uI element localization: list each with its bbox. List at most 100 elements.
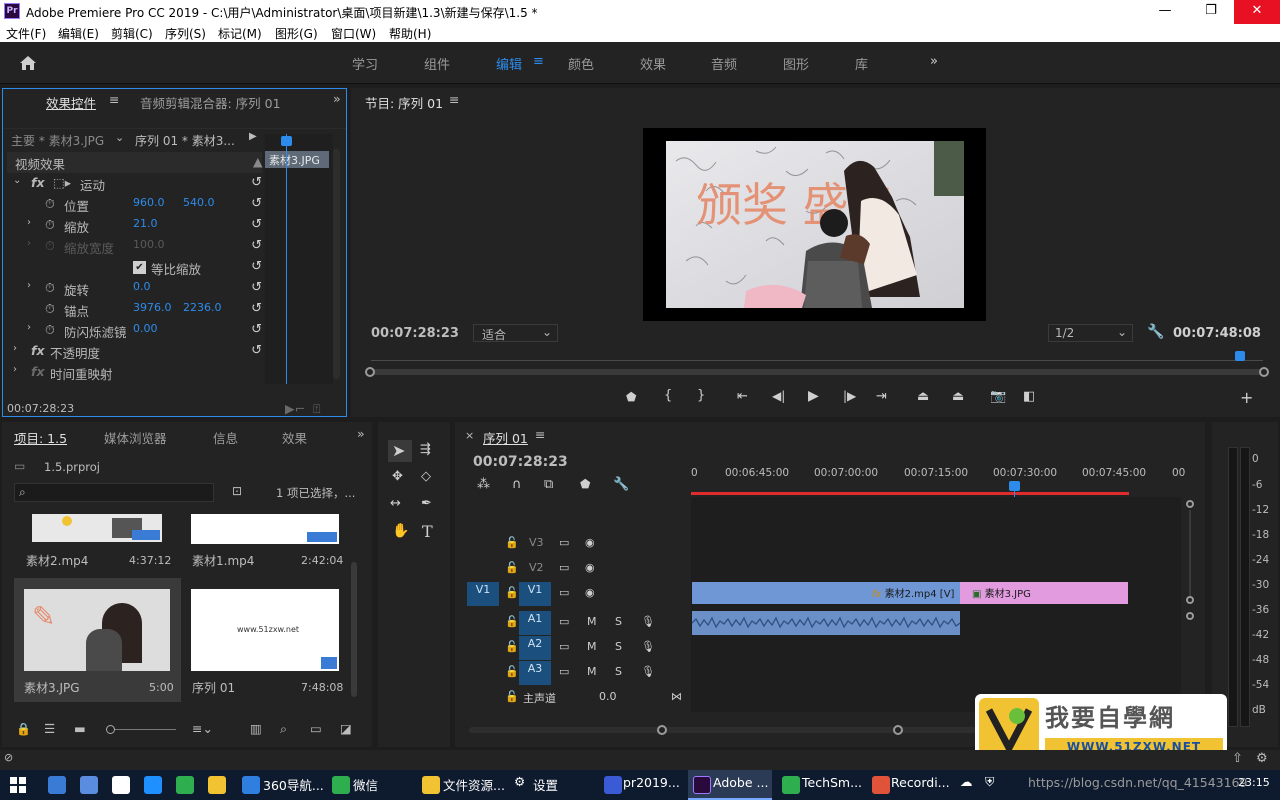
reset-icon[interactable]: ↺: [251, 175, 262, 190]
lock-icon[interactable]: 🔒: [16, 722, 31, 736]
effect-timecode[interactable]: 00:07:28:23: [7, 402, 74, 415]
checkbox-icon[interactable]: ✔: [133, 261, 146, 274]
lock-icon[interactable]: 🔓: [505, 640, 519, 653]
tab-info[interactable]: 信息: [213, 428, 238, 447]
source-patch[interactable]: V1: [467, 582, 499, 606]
timeline-timecode[interactable]: 00:07:28:23: [473, 454, 568, 470]
microphone-icon[interactable]: 🎙: [641, 615, 655, 628]
menu-marker[interactable]: 标记(M): [218, 25, 262, 42]
more-workspaces-icon[interactable]: »: [930, 54, 938, 69]
icon-view-icon[interactable]: ▬: [74, 721, 86, 736]
wrench-icon[interactable]: 🔧: [1147, 324, 1164, 340]
tray-icon[interactable]: ⇧: [1232, 751, 1243, 766]
taskbar-item[interactable]: 微信: [353, 775, 378, 796]
selection-tool-icon[interactable]: ➤: [392, 441, 405, 460]
wechat-icon[interactable]: [332, 776, 350, 794]
tab-project[interactable]: 项目: 1.5: [14, 428, 67, 447]
workspace-assembly[interactable]: 组件: [424, 54, 450, 73]
workspace-audio[interactable]: 音频: [711, 54, 737, 73]
pen-tool-icon[interactable]: ✒: [421, 496, 432, 511]
step-back-icon[interactable]: ◀|: [772, 389, 785, 403]
razor-tool-icon[interactable]: ◇: [421, 469, 431, 484]
video-clip[interactable]: fx 素材2.mp4 [V]: [692, 582, 960, 604]
anchor-y[interactable]: 2236.0: [183, 301, 222, 314]
time-ruler[interactable]: 0 00:06:45:00 00:07:00:00 00:07:15:00 00…: [691, 462, 1191, 495]
premiere-icon[interactable]: [693, 776, 711, 794]
video-frame[interactable]: 颁奖 盛典: [643, 128, 986, 321]
image-clip[interactable]: ▣ 素材3.JPG: [960, 582, 1128, 604]
track-area[interactable]: [691, 497, 1181, 712]
solo-button[interactable]: S: [615, 640, 622, 653]
close-button[interactable]: ✕: [1234, 0, 1280, 24]
taskbar-item[interactable]: Recordi...: [891, 775, 950, 796]
stopwatch-icon[interactable]: ⏱: [45, 322, 55, 338]
menu-clip[interactable]: 剪辑(C): [111, 25, 153, 42]
sync-icon[interactable]: ▭: [559, 536, 569, 549]
minimize-button[interactable]: —: [1142, 0, 1188, 24]
close-tab-icon[interactable]: ×: [465, 429, 474, 442]
go-to-out-icon[interactable]: ⇥: [876, 389, 887, 404]
lock-icon[interactable]: 🔓: [505, 690, 519, 703]
reset-icon[interactable]: ↺: [251, 322, 262, 337]
mute-button[interactable]: M: [587, 615, 597, 628]
more-tabs-icon[interactable]: »: [333, 91, 341, 106]
taskbar-item[interactable]: 设置: [533, 775, 558, 796]
program-title[interactable]: 节目: 序列 01: [365, 93, 443, 112]
fit-dropdown[interactable]: 适合 ⌄: [473, 324, 558, 342]
effect-mini-timeline[interactable]: 素材3.JPG: [265, 134, 333, 384]
menu-help[interactable]: 帮助(H): [389, 25, 431, 42]
fx-icon[interactable]: fx: [31, 175, 45, 190]
new-folder-icon[interactable]: ▭: [310, 721, 322, 736]
reset-icon[interactable]: ↺: [251, 343, 262, 358]
workspace-menu-icon[interactable]: ≡: [533, 54, 544, 69]
stopwatch-icon[interactable]: ⏱: [45, 196, 55, 212]
slip-tool-icon[interactable]: ↔: [390, 496, 401, 511]
export-frame-icon[interactable]: ▶⌐: [285, 401, 305, 416]
transform-box-icon[interactable]: ⬚▸: [53, 175, 71, 190]
position-x[interactable]: 960.0: [133, 196, 165, 209]
program-timecode[interactable]: 00:07:28:23: [371, 326, 459, 341]
lift-icon[interactable]: ⏏: [917, 389, 929, 404]
tray-icon[interactable]: ⚙: [1256, 751, 1268, 766]
workspace-graphics[interactable]: 图形: [783, 54, 809, 73]
reset-icon[interactable]: ↺: [251, 301, 262, 316]
play-icon[interactable]: ▶: [808, 388, 819, 404]
taskbar-item[interactable]: 360导航...: [263, 775, 324, 796]
taskbar-item[interactable]: Adobe ...: [713, 775, 768, 796]
sync-icon[interactable]: ▭: [559, 640, 569, 653]
workspace-effects[interactable]: 效果: [640, 54, 666, 73]
lock-icon[interactable]: 🔓: [505, 665, 519, 678]
windows-start-icon[interactable]: [10, 777, 26, 793]
app-icon[interactable]: [48, 776, 66, 794]
recorder-icon[interactable]: [872, 776, 890, 794]
camtasia-icon[interactable]: [782, 776, 800, 794]
track-name[interactable]: A1: [519, 611, 551, 635]
reset-icon[interactable]: ↺: [251, 238, 262, 253]
find-icon[interactable]: ⌕: [280, 721, 287, 737]
master-volume[interactable]: 0.0: [599, 690, 617, 703]
track-select-tool-icon[interactable]: ⇶: [420, 442, 431, 457]
extract-icon[interactable]: ⏏: [952, 389, 964, 404]
workspace-learning[interactable]: 学习: [352, 54, 378, 73]
track-name[interactable]: V2: [529, 561, 544, 574]
position-y[interactable]: 540.0: [183, 196, 215, 209]
workspace-libraries[interactable]: 库: [855, 54, 868, 73]
panel-menu-icon[interactable]: ≡: [535, 427, 545, 442]
track-name[interactable]: A2: [519, 636, 551, 660]
audio-clip[interactable]: [692, 611, 960, 635]
scroll-handle[interactable]: [1186, 500, 1194, 508]
lock-icon[interactable]: 🔓: [505, 536, 519, 549]
home-icon[interactable]: [19, 55, 37, 71]
program-scrubber[interactable]: [371, 351, 1263, 363]
maximize-button[interactable]: ❐: [1188, 0, 1234, 24]
playhead-handle[interactable]: [281, 136, 292, 146]
solo-button[interactable]: S: [615, 615, 622, 628]
go-to-end-icon[interactable]: ⋈: [671, 690, 682, 703]
scrollbar[interactable]: [333, 149, 340, 379]
workspace-editing[interactable]: 编辑: [496, 54, 522, 73]
app-icon[interactable]: [176, 776, 194, 794]
reset-icon[interactable]: ↺: [251, 217, 262, 232]
eye-icon[interactable]: ◉: [585, 536, 595, 549]
app-icon[interactable]: [80, 776, 98, 794]
app-icon[interactable]: [604, 776, 622, 794]
